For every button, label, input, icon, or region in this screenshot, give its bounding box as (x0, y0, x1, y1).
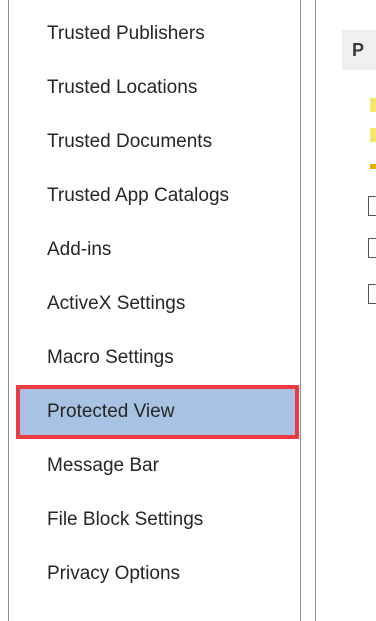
nav-item-protected-view[interactable]: Protected View (9, 385, 300, 439)
nav-item-label: Macro Settings (47, 347, 174, 368)
nav-item-add-ins[interactable]: Add-ins (9, 223, 300, 277)
nav-item-label: ActiveX Settings (47, 293, 186, 314)
protected-view-checkbox[interactable] (368, 196, 376, 216)
protected-view-checkbox[interactable] (368, 238, 376, 258)
protected-view-content-pane: P (316, 0, 376, 621)
nav-item-label: Protected View (47, 401, 175, 422)
nav-item-macro-settings[interactable]: Macro Settings (9, 331, 300, 385)
pane-splitter (301, 0, 316, 621)
nav-item-label: Trusted App Catalogs (47, 185, 230, 206)
warning-indicator (370, 98, 376, 112)
nav-item-label: Trusted Locations (47, 77, 198, 98)
protected-view-checkbox[interactable] (368, 284, 376, 304)
nav-item-message-bar[interactable]: Message Bar (9, 439, 300, 493)
nav-item-label: File Block Settings (47, 509, 204, 530)
window-left-edge (0, 0, 9, 621)
nav-item-label: Trusted Publishers (47, 23, 205, 44)
warning-indicator (370, 128, 376, 142)
trust-center-nav-pane: Trusted Publishers Trusted Locations Tru… (9, 0, 301, 621)
nav-item-trusted-app-catalogs[interactable]: Trusted App Catalogs (9, 169, 300, 223)
nav-item-trusted-publishers[interactable]: Trusted Publishers (9, 7, 300, 61)
nav-item-label: Message Bar (47, 455, 159, 476)
nav-item-privacy-options[interactable]: Privacy Options (9, 547, 300, 601)
warning-indicator (370, 164, 376, 169)
nav-item-label: Privacy Options (47, 563, 181, 584)
nav-item-trusted-locations[interactable]: Trusted Locations (9, 61, 300, 115)
nav-item-label: Trusted Documents (47, 131, 213, 152)
trust-center-window: Trusted Publishers Trusted Locations Tru… (0, 0, 376, 621)
section-header: P (342, 30, 376, 70)
nav-item-trusted-documents[interactable]: Trusted Documents (9, 115, 300, 169)
nav-item-activex-settings[interactable]: ActiveX Settings (9, 277, 300, 331)
nav-list: Trusted Publishers Trusted Locations Tru… (9, 7, 300, 601)
nav-item-file-block-settings[interactable]: File Block Settings (9, 493, 300, 547)
nav-item-label: Add-ins (47, 239, 112, 260)
